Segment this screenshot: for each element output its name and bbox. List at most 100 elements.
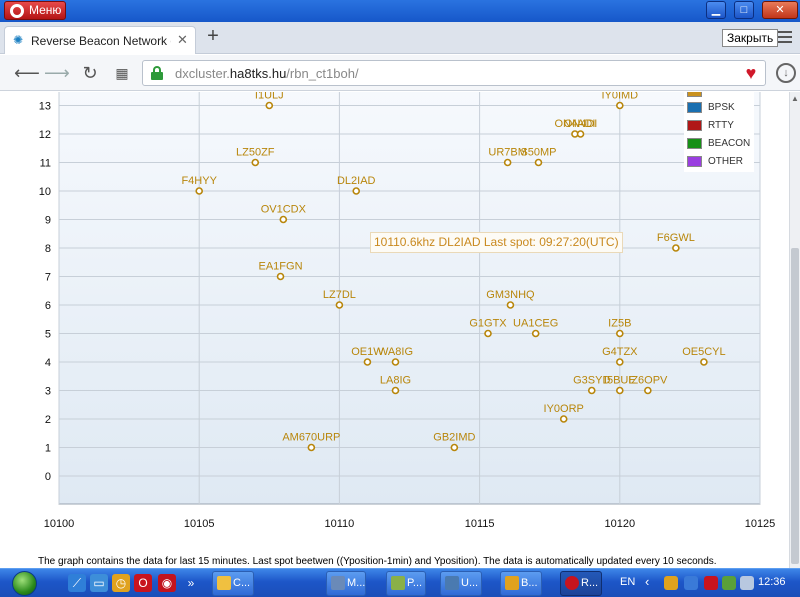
legend-item: BEACON: [687, 138, 750, 150]
spot-marker: [279, 215, 288, 224]
chart-legend: BPSK RTTY BEACON OTHER: [684, 92, 754, 172]
taskbar-button-1[interactable]: C...: [212, 571, 254, 596]
spot-marker: [531, 329, 540, 338]
bookmark-heart-icon[interactable]: ♥: [739, 62, 763, 84]
quicklaunch-explorer-icon[interactable]: ⟋: [68, 574, 86, 592]
maximize-button[interactable]: □: [734, 1, 754, 19]
quicklaunch-clock-icon[interactable]: ◷: [112, 574, 130, 592]
legend-item: BPSK: [687, 102, 735, 114]
spot-callsign-label: ON4DI: [564, 118, 598, 130]
spot-callsign-label: LZ7DL: [323, 289, 356, 301]
spot-callsign-label: LZ50ZF: [236, 147, 275, 159]
scroll-up-arrow-icon[interactable]: ▲: [790, 94, 800, 104]
spot-scatter-chart: 0123456789101112131410100101051011010115…: [39, 92, 776, 530]
taskbar-button-3[interactable]: P...: [386, 571, 426, 596]
legend-label: OTHER: [708, 156, 743, 167]
x-tick-label: 10105: [184, 518, 215, 530]
y-tick-label: 1: [45, 443, 51, 455]
forward-button[interactable]: ⟶: [44, 62, 70, 84]
y-tick-label: 3: [45, 386, 51, 398]
quicklaunch-app-icon[interactable]: ◉: [158, 574, 176, 592]
legend-label: BEACON: [708, 138, 751, 149]
opera-logo-icon: [10, 4, 24, 18]
spot-callsign-label: G1GTX: [469, 318, 507, 330]
tab-reverse-beacon[interactable]: ✺ Reverse Beacon Network on ✕: [4, 26, 196, 54]
y-tick-label: 8: [45, 243, 51, 255]
taskbar-button-4[interactable]: U...: [440, 571, 482, 596]
page-content: 0123456789101112131410100101051011010115…: [0, 92, 789, 568]
windows-taskbar: ⟋ ▭ ◷ O ◉ » C... M... P... U... B... R..…: [0, 568, 800, 597]
tray-monitor-icon[interactable]: [684, 576, 698, 590]
address-bar[interactable]: dxcluster.ha8tks.hu/rbn_ct1boh/ ♥: [142, 60, 766, 86]
speed-dial-grid-icon[interactable]: ▦: [110, 62, 134, 84]
minimize-button[interactable]: ▁: [706, 1, 726, 19]
tray-app-icon[interactable]: [704, 576, 718, 590]
spot-marker: [615, 358, 624, 366]
spot-marker: [559, 415, 568, 423]
quicklaunch-desktop-icon[interactable]: ▭: [90, 574, 108, 592]
spot-marker: [352, 187, 361, 195]
page-scrollbar[interactable]: ▲: [789, 92, 800, 568]
quicklaunch-opera-icon[interactable]: O: [134, 574, 152, 592]
spot-callsign-label: IY0IMD: [601, 92, 638, 102]
back-button[interactable]: ⟵: [14, 62, 40, 84]
quicklaunch-more-icon[interactable]: »: [182, 574, 200, 592]
spot-marker: [251, 158, 260, 167]
spot-callsign-label: G4TZX: [602, 346, 638, 358]
spot-callsign-label: OV1CDX: [261, 204, 307, 216]
new-tab-button[interactable]: +: [202, 26, 224, 48]
window-close-button[interactable]: ✕: [762, 1, 798, 19]
spot-marker: [484, 329, 492, 338]
y-tick-label: 12: [39, 129, 51, 141]
tray-volume-icon[interactable]: [740, 576, 754, 590]
spot-marker: [615, 329, 624, 338]
y-tick-label: 7: [45, 272, 51, 284]
menu-label: Меню: [29, 3, 62, 17]
spot-marker: [700, 358, 708, 366]
spot-marker: [276, 272, 285, 281]
x-tick-label: 10120: [605, 518, 636, 530]
legend-swatch: [687, 120, 702, 131]
download-icon[interactable]: ↓: [776, 63, 796, 83]
spot-callsign-label: GB2IMD: [433, 432, 475, 444]
x-tick-label: 10115: [465, 518, 495, 530]
tray-network-icon[interactable]: [722, 576, 736, 590]
tray-expand-icon[interactable]: ‹: [645, 574, 649, 589]
spot-callsign-label: IY0ORP: [544, 403, 584, 415]
spot-marker: [672, 244, 680, 252]
scroll-thumb[interactable]: [791, 248, 799, 564]
close-tooltip: Закрыть: [722, 29, 779, 47]
spot-callsign-label: OE5CYL: [682, 346, 725, 358]
spot-marker: [506, 301, 515, 309]
taskbar-button-6-active[interactable]: R...: [560, 571, 602, 596]
spot-marker: [644, 386, 652, 395]
graph-footnote: The graph contains the data for last 15 …: [38, 556, 717, 567]
spot-callsign-label: F6GWL: [657, 232, 695, 244]
spot-callsign-label: GM3NHQ: [486, 289, 535, 301]
spot-marker: [576, 130, 585, 138]
url-text[interactable]: dxcluster.ha8tks.hu/rbn_ct1boh/: [175, 66, 359, 81]
lock-icon: [151, 66, 163, 80]
tray-clock-icon[interactable]: [664, 576, 678, 590]
taskbar-clock: 12:36: [758, 576, 786, 588]
y-tick-label: 4: [45, 357, 51, 369]
tab-menu-icon[interactable]: [778, 31, 792, 45]
taskbar-button-2[interactable]: M...: [326, 571, 366, 596]
y-tick-label: 10: [39, 186, 51, 198]
y-tick-label: 11: [40, 158, 51, 170]
opera-menu-button[interactable]: Меню: [4, 1, 66, 20]
spot-tooltip: 10110.6khz DL2IAD Last spot: 09:27:20(UT…: [370, 232, 623, 253]
legend-swatch: [687, 102, 702, 113]
favicon-icon: ✺: [13, 33, 24, 47]
y-tick-label: 5: [45, 329, 51, 341]
tab-close-icon[interactable]: ✕: [177, 32, 188, 48]
language-indicator[interactable]: EN: [620, 576, 635, 588]
taskbar-button-5[interactable]: B...: [500, 571, 542, 596]
legend-swatch: [687, 92, 702, 97]
reload-button[interactable]: ↻: [78, 62, 102, 84]
y-tick-label: 6: [45, 300, 51, 312]
spot-callsign-label: WA8IG: [378, 346, 413, 358]
spot-callsign-label: IZ6OPV: [628, 375, 668, 387]
start-button[interactable]: [6, 570, 44, 597]
x-tick-label: 10125: [745, 518, 776, 530]
